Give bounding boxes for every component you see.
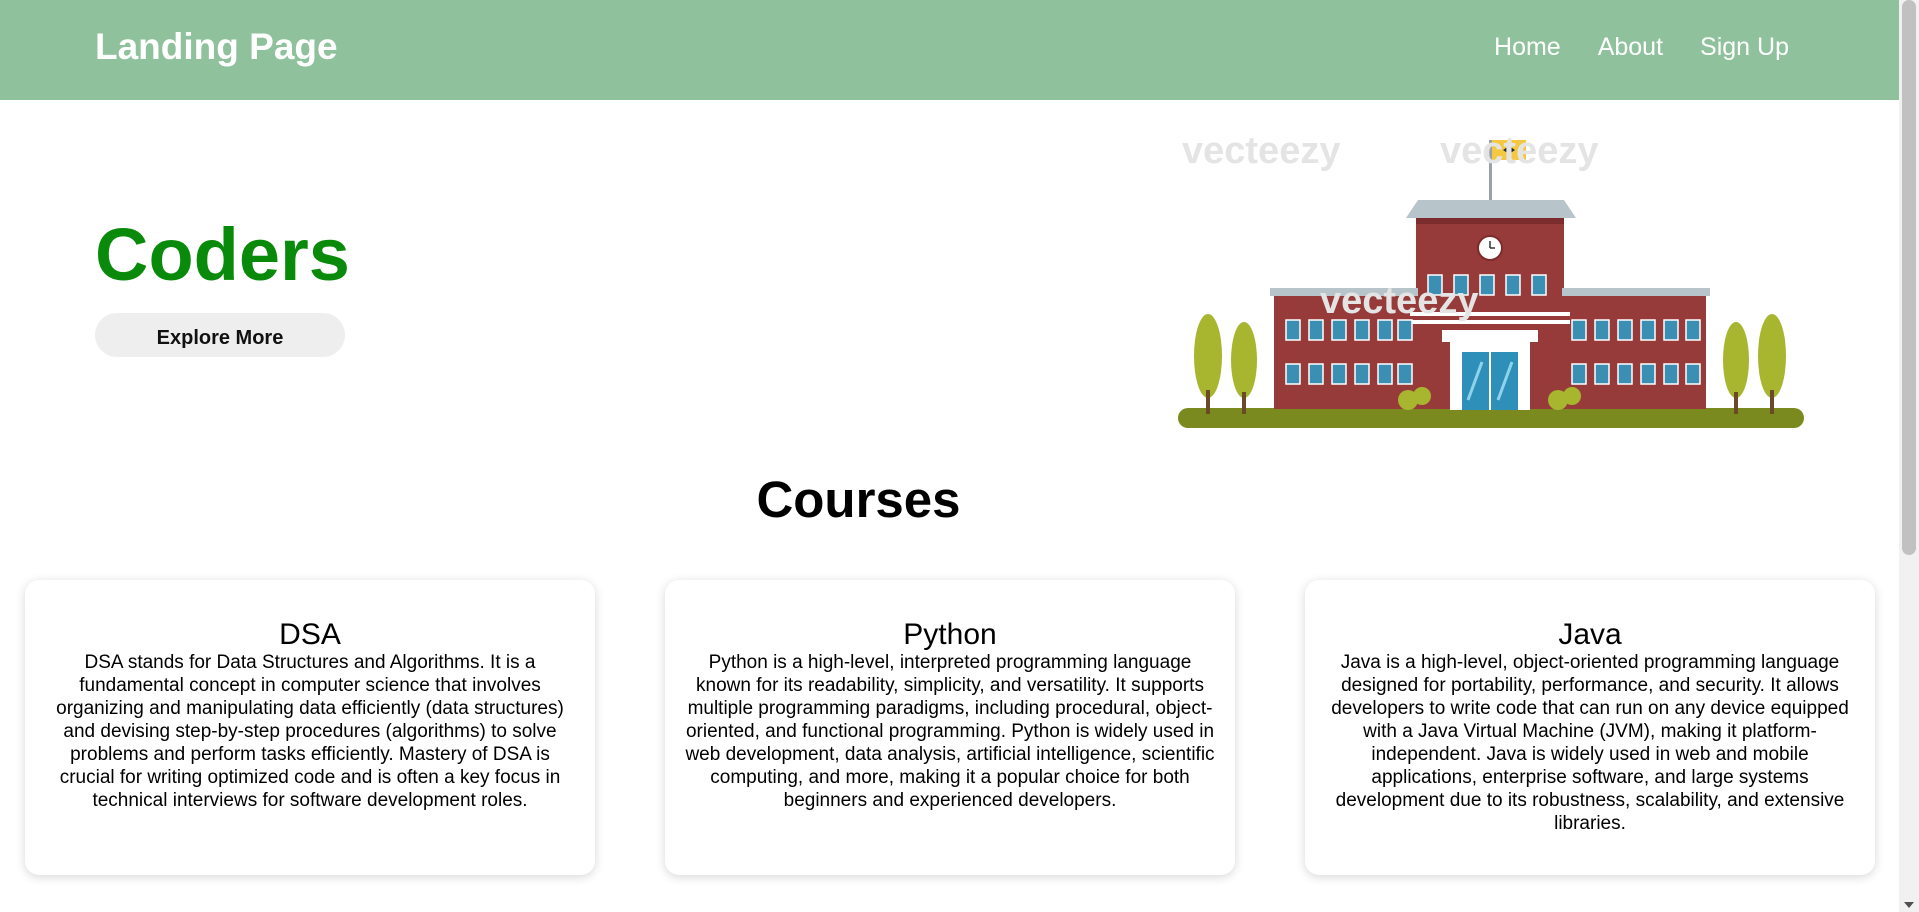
course-cards: DSA DSA stands for Data Structures and A…	[25, 580, 1875, 875]
watermark-text: vecteezy	[1182, 130, 1341, 172]
course-description: DSA stands for Data Structures and Algor…	[56, 652, 564, 811]
course-title: DSA	[279, 618, 341, 651]
scrollbar-thumb[interactable]	[1902, 0, 1916, 555]
watermark-text: vecteezy	[1440, 130, 1599, 172]
nav-link-sign-up[interactable]: Sign Up	[1700, 33, 1789, 62]
course-card-dsa: DSA DSA stands for Data Structures and A…	[25, 580, 595, 875]
hero-title: Coders	[95, 213, 350, 296]
nav-link-home[interactable]: Home	[1494, 33, 1561, 62]
course-title: Java	[1558, 618, 1622, 651]
nav-link-about[interactable]: About	[1598, 33, 1663, 62]
school-building-svg	[1178, 140, 1804, 428]
watermark-text: vecteezy	[1320, 280, 1479, 322]
explore-more-button[interactable]: Explore More	[95, 313, 345, 357]
course-card-java: Java Java is a high-level, object-orient…	[1305, 580, 1875, 875]
scroll-down-arrow-icon[interactable]	[1904, 902, 1914, 908]
vertical-scrollbar[interactable]	[1899, 0, 1919, 912]
course-title: Python	[903, 618, 997, 651]
course-card-python: Python Python is a high-level, interpret…	[665, 580, 1235, 875]
school-building-illustration: vecteezy vecteezy vecteezy	[1170, 130, 1810, 435]
navbar: Landing Page Home About Sign Up	[0, 0, 1899, 100]
brand-title[interactable]: Landing Page	[95, 26, 338, 68]
course-description: Java is a high-level, object-oriented pr…	[1331, 652, 1849, 834]
nav-links: Home About Sign Up	[1494, 33, 1789, 62]
course-description: Python is a high-level, interpreted prog…	[685, 652, 1215, 811]
courses-heading: Courses	[756, 471, 961, 528]
